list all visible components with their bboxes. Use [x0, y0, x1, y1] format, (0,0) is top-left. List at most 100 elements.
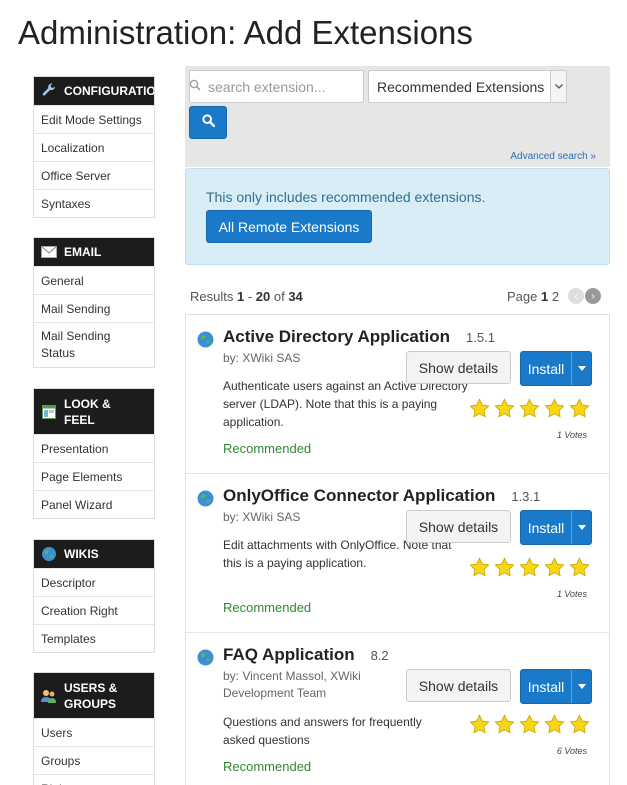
star-icon[interactable]: [569, 398, 590, 419]
nav-mail-sending[interactable]: Mail Sending: [34, 294, 154, 322]
extension-filter-select[interactable]: Recommended Extensions: [368, 70, 567, 103]
search-input[interactable]: [189, 70, 364, 103]
all-remote-extensions-button[interactable]: All Remote Extensions: [206, 210, 372, 243]
panel-configuration: CONFIGURATION Edit Mode Settings Localiz…: [33, 76, 155, 218]
extension-author: by: Vincent Massol, XWiki Development Te…: [223, 669, 361, 700]
star-icon[interactable]: [494, 557, 515, 578]
extension-list: Active Directory Application 1.5.1 by: XW…: [185, 314, 610, 785]
nav-mail-sending-status[interactable]: Mail Sending Status: [34, 322, 154, 367]
extension-item: Active Directory Application 1.5.1 by: XW…: [186, 315, 609, 474]
panel-head-configuration[interactable]: CONFIGURATION: [34, 77, 154, 105]
current-page: 1: [541, 289, 549, 304]
recommended-label: Recommended: [223, 600, 312, 615]
star-icon[interactable]: [519, 398, 540, 419]
extension-name[interactable]: OnlyOffice Connector Application 1.3.1: [223, 486, 540, 506]
votes-count: 1 Votes: [556, 430, 587, 440]
star-icon[interactable]: [469, 714, 490, 735]
install-button[interactable]: Install: [520, 669, 592, 704]
rating-stars[interactable]: [469, 398, 594, 419]
star-icon[interactable]: [494, 714, 515, 735]
star-icon[interactable]: [544, 714, 565, 735]
nav-templates[interactable]: Templates: [34, 624, 154, 652]
nav-creation-right[interactable]: Creation Right: [34, 596, 154, 624]
star-icon[interactable]: [469, 557, 490, 578]
filter-selected-label: Recommended Extensions: [377, 78, 545, 95]
users-icon: [41, 688, 57, 704]
caret-down-icon[interactable]: [571, 670, 591, 703]
extension-description: Questions and answers for frequently ask…: [223, 715, 422, 747]
install-button[interactable]: Install: [520, 510, 592, 545]
nav-office-server[interactable]: Office Server: [34, 161, 154, 189]
nav-rights[interactable]: Rights: [34, 774, 154, 785]
star-icon[interactable]: [519, 557, 540, 578]
extension-item: FAQ Application 8.2 by: Vincent Massol, X…: [186, 633, 609, 785]
globe-icon: [41, 546, 57, 562]
search-button[interactable]: [189, 106, 227, 139]
extension-version: 8.2: [370, 648, 389, 663]
extension-version: 1.3.1: [511, 489, 541, 504]
show-details-button[interactable]: Show details: [406, 510, 511, 543]
panel-email: EMAIL General Mail Sending Mail Sending …: [33, 237, 155, 368]
recommended-label: Recommended: [223, 759, 312, 774]
panel-head-users-groups[interactable]: USERS & GROUPS: [34, 673, 154, 718]
results-count: Results 1 - 20 of 34: [190, 289, 303, 304]
nav-edit-mode-settings[interactable]: Edit Mode Settings: [34, 105, 154, 133]
nav-users[interactable]: Users: [34, 718, 154, 746]
extension-author: by: XWiki SAS: [223, 510, 301, 524]
extension-name[interactable]: FAQ Application 8.2: [223, 645, 389, 665]
extension-author: by: XWiki SAS: [223, 351, 301, 365]
next-page-icon[interactable]: ›: [585, 288, 601, 304]
votes-count: 6 Votes: [556, 746, 587, 756]
star-icon[interactable]: [544, 557, 565, 578]
extension-name[interactable]: Active Directory Application 1.5.1: [223, 327, 495, 347]
extension-item: OnlyOffice Connector Application 1.3.1 by…: [186, 474, 609, 633]
nav-page-elements[interactable]: Page Elements: [34, 462, 154, 490]
pager-arrows: ‹ ›: [568, 288, 602, 304]
caret-down-icon[interactable]: [571, 352, 591, 385]
install-button[interactable]: Install: [520, 351, 592, 386]
pager: Page 1 2: [507, 289, 560, 304]
search-area: Recommended Extensions Advanced search »: [185, 66, 610, 167]
extension-version: 1.5.1: [466, 330, 495, 345]
panel-wikis: WIKIS Descriptor Creation Right Template…: [33, 539, 155, 653]
nav-descriptor[interactable]: Descriptor: [34, 568, 154, 596]
rating-stars[interactable]: [469, 714, 594, 735]
layout-icon: [41, 404, 57, 420]
extension-globe-icon: [197, 649, 214, 666]
panel-head-wikis[interactable]: WIKIS: [34, 540, 154, 568]
prev-page-icon[interactable]: ‹: [568, 288, 584, 304]
star-icon[interactable]: [569, 557, 590, 578]
nav-panel-wizard[interactable]: Panel Wizard: [34, 490, 154, 518]
nav-presentation[interactable]: Presentation: [34, 434, 154, 462]
star-icon[interactable]: [494, 398, 515, 419]
extension-globe-icon: [197, 331, 214, 348]
star-icon[interactable]: [544, 398, 565, 419]
recommended-label: Recommended: [223, 441, 312, 456]
panel-look-feel: LOOK & FEEL Presentation Page Elements P…: [33, 388, 155, 519]
envelope-icon: [41, 244, 57, 260]
wrench-icon: [41, 83, 57, 99]
nav-general[interactable]: General: [34, 266, 154, 294]
star-icon[interactable]: [569, 714, 590, 735]
advanced-search-link[interactable]: Advanced search »: [510, 151, 596, 162]
panel-head-email[interactable]: EMAIL: [34, 238, 154, 266]
nav-syntaxes[interactable]: Syntaxes: [34, 189, 154, 217]
star-icon[interactable]: [469, 398, 490, 419]
panel-users-groups: USERS & GROUPS Users Groups Rights: [33, 672, 155, 785]
extension-globe-icon: [197, 490, 214, 507]
show-details-button[interactable]: Show details: [406, 669, 511, 702]
show-details-button[interactable]: Show details: [406, 351, 511, 384]
votes-count: 1 Votes: [556, 589, 587, 599]
nav-groups[interactable]: Groups: [34, 746, 154, 774]
panel-head-look-feel[interactable]: LOOK & FEEL: [34, 389, 154, 434]
nav-localization[interactable]: Localization: [34, 133, 154, 161]
star-icon[interactable]: [519, 714, 540, 735]
page-link-2[interactable]: 2: [552, 289, 559, 304]
info-box: This only includes recommended extension…: [185, 168, 610, 265]
search-icon: [201, 113, 215, 132]
chevron-down-icon: [550, 71, 566, 102]
info-message: This only includes recommended extension…: [206, 189, 486, 205]
extension-description: Authenticate users against an Active Dir…: [223, 379, 468, 429]
caret-down-icon[interactable]: [571, 511, 591, 544]
rating-stars[interactable]: [469, 557, 594, 578]
